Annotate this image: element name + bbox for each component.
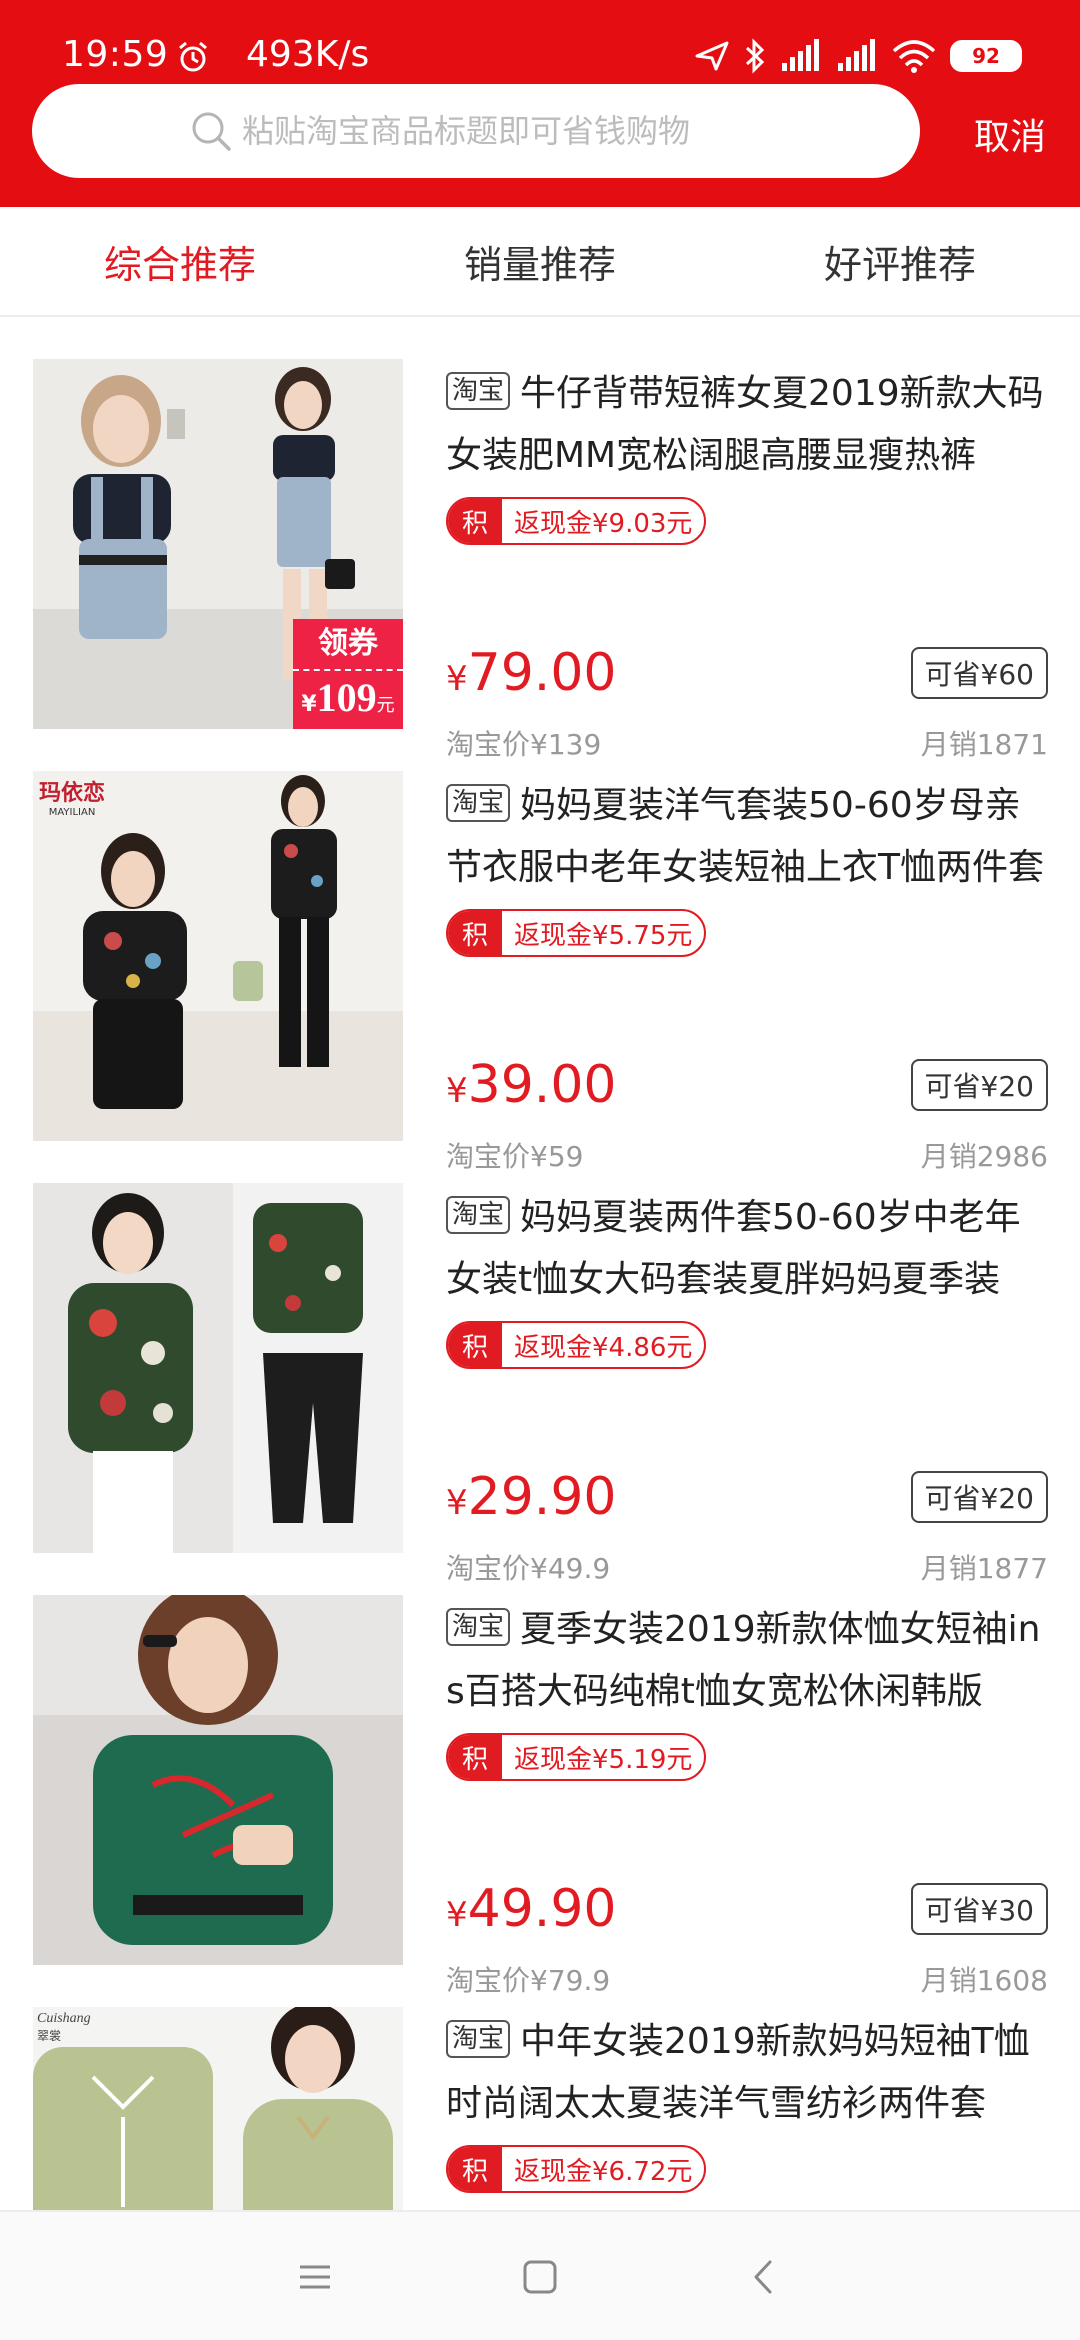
product-price: ¥39.00 bbox=[446, 1055, 617, 1115]
cashback-badge: 积 返现金¥5.19元 bbox=[446, 1733, 707, 1781]
taobao-tag: 淘宝 bbox=[446, 2020, 511, 2058]
product-price: ¥79.00 bbox=[446, 643, 617, 703]
cashback-text: 返现金¥4.86元 bbox=[514, 1332, 693, 1363]
taobao-tag: 淘宝 bbox=[446, 784, 511, 822]
coupon-label: 领券 bbox=[293, 619, 403, 671]
coupon-price: ¥109元 bbox=[301, 675, 395, 720]
product-image[interactable]: 领券 ¥109元 bbox=[33, 359, 403, 729]
points-icon: 积 bbox=[448, 2147, 502, 2191]
product-photo bbox=[33, 1183, 403, 1553]
product-item[interactable]: 淘宝 妈妈夏装两件套50-60岁中老年女装t恤女大码套装夏胖妈妈夏季装 积 返现金… bbox=[0, 1143, 1080, 1585]
product-info: 淘宝 夏季女装2019新款体恤女短袖ins百搭大码纯棉t恤女宽松休闲韩版 积 返现… bbox=[446, 1599, 1048, 1997]
search-input[interactable] bbox=[242, 112, 762, 150]
brand-logo: Cuishang 翠裳 bbox=[37, 2011, 91, 2043]
signal-icon bbox=[782, 39, 819, 71]
battery-icon: 92 bbox=[950, 40, 1022, 72]
location-icon bbox=[695, 41, 729, 71]
cancel-button[interactable]: 取消 bbox=[974, 108, 1046, 160]
product-title[interactable]: 淘宝 牛仔背带短裤女夏2019新款大码女装肥MM宽松阔腿高腰显瘦热裤 bbox=[446, 363, 1048, 487]
wifi-icon bbox=[892, 40, 936, 73]
save-badge: 可省¥20 bbox=[910, 1059, 1048, 1111]
search-icon bbox=[192, 112, 231, 151]
product-title[interactable]: 淘宝 夏季女装2019新款体恤女短袖ins百搭大码纯棉t恤女宽松休闲韩版 bbox=[446, 1599, 1048, 1723]
product-info: 淘宝 妈妈夏装洋气套装50-60岁母亲节衣服中老年女装短袖上衣T恤两件套 积 返现… bbox=[446, 775, 1048, 1173]
product-image[interactable] bbox=[33, 1183, 403, 1553]
product-list: 领券 ¥109元 淘宝 牛仔背带短裤女夏2019新款大码女装肥MM宽松阔腿高腰显瘦… bbox=[0, 319, 1080, 2340]
price-row: ¥49.90 可省¥30 bbox=[446, 1879, 1048, 1939]
cashback-text: 返现金¥5.19元 bbox=[514, 1744, 693, 1775]
points-icon: 积 bbox=[448, 1735, 502, 1779]
points-icon: 积 bbox=[448, 1323, 502, 1367]
app-header: 19:59 493K/s 92 粘贴淘宝商品标题即可省钱购物 取消 bbox=[0, 0, 1080, 207]
tab-sales[interactable]: 销量推荐 bbox=[360, 207, 720, 315]
taobao-tag: 淘宝 bbox=[446, 1196, 511, 1234]
product-info: 淘宝 中年女装2019新款妈妈短袖T恤时尚阔太太夏装洋气雪纺衫两件套 积 返现金¥… bbox=[446, 2011, 1048, 2193]
home-icon[interactable] bbox=[515, 2252, 565, 2302]
product-price: ¥29.90 bbox=[446, 1467, 617, 1527]
cashback-badge: 积 返现金¥6.72元 bbox=[446, 2145, 707, 2193]
cashback-badge: 积 返现金¥4.86元 bbox=[446, 1321, 707, 1369]
product-item[interactable]: 淘宝 夏季女装2019新款体恤女短袖ins百搭大码纯棉t恤女宽松休闲韩版 积 返现… bbox=[0, 1555, 1080, 1997]
product-item[interactable]: 领券 ¥109元 淘宝 牛仔背带短裤女夏2019新款大码女装肥MM宽松阔腿高腰显瘦… bbox=[0, 319, 1080, 761]
product-photo bbox=[33, 771, 403, 1141]
bluetooth-icon bbox=[745, 38, 765, 74]
taobao-tag: 淘宝 bbox=[446, 1608, 511, 1646]
price-row: ¥29.90 可省¥20 bbox=[446, 1467, 1048, 1527]
alarm-icon bbox=[179, 41, 207, 72]
signal-icon-2 bbox=[838, 39, 875, 71]
product-image[interactable] bbox=[33, 1595, 403, 1965]
cashback-text: 返现金¥5.75元 bbox=[514, 920, 693, 951]
product-title[interactable]: 淘宝 妈妈夏装两件套50-60岁中老年女装t恤女大码套装夏胖妈妈夏季装 bbox=[446, 1187, 1048, 1311]
product-info: 淘宝 牛仔背带短裤女夏2019新款大码女装肥MM宽松阔腿高腰显瘦热裤 积 返现金¥… bbox=[446, 363, 1048, 761]
taobao-tag: 淘宝 bbox=[446, 372, 511, 410]
battery-level: 92 bbox=[953, 43, 1019, 69]
coupon-badge: 领券 ¥109元 bbox=[293, 619, 403, 729]
product-photo bbox=[33, 1595, 403, 1965]
product-image[interactable]: 玛依恋 MAYILIAN bbox=[33, 771, 403, 1141]
save-badge: 可省¥60 bbox=[910, 647, 1048, 699]
points-icon: 积 bbox=[448, 911, 502, 955]
status-bar: 19:59 493K/s 92 bbox=[0, 0, 1080, 84]
product-price: ¥49.90 bbox=[446, 1879, 617, 1939]
network-speed: 493K/s bbox=[246, 34, 370, 75]
save-badge: 可省¥30 bbox=[910, 1883, 1048, 1935]
status-icons: 92 bbox=[694, 36, 1022, 76]
back-icon[interactable] bbox=[740, 2252, 790, 2302]
price-row: ¥39.00 可省¥20 bbox=[446, 1055, 1048, 1115]
brand-logo: 玛依恋 MAYILIAN bbox=[39, 781, 106, 818]
cashback-text: 返现金¥6.72元 bbox=[514, 2156, 693, 2187]
status-time: 19:59 bbox=[62, 34, 169, 75]
product-title[interactable]: 淘宝 妈妈夏装洋气套装50-60岁母亲节衣服中老年女装短袖上衣T恤两件套 bbox=[446, 775, 1048, 899]
save-badge: 可省¥20 bbox=[910, 1471, 1048, 1523]
cashback-badge: 积 返现金¥5.75元 bbox=[446, 909, 707, 957]
product-title[interactable]: 淘宝 中年女装2019新款妈妈短袖T恤时尚阔太太夏装洋气雪纺衫两件套 bbox=[446, 2011, 1048, 2135]
menu-icon[interactable] bbox=[290, 2252, 340, 2302]
search-bar[interactable] bbox=[32, 84, 920, 178]
tab-rating[interactable]: 好评推荐 bbox=[720, 207, 1080, 315]
price-row: ¥79.00 可省¥60 bbox=[446, 643, 1048, 703]
points-icon: 积 bbox=[448, 499, 502, 543]
system-nav-bar bbox=[0, 2210, 1080, 2340]
product-item[interactable]: 玛依恋 MAYILIAN 淘宝 妈妈夏装洋气套装50-60岁母亲节衣服中老年女装短… bbox=[0, 731, 1080, 1173]
cashback-text: 返现金¥9.03元 bbox=[514, 508, 693, 539]
product-info: 淘宝 妈妈夏装两件套50-60岁中老年女装t恤女大码套装夏胖妈妈夏季装 积 返现金… bbox=[446, 1187, 1048, 1585]
sort-tabs: 综合推荐 销量推荐 好评推荐 bbox=[0, 207, 1080, 317]
cashback-badge: 积 返现金¥9.03元 bbox=[446, 497, 707, 545]
tab-comprehensive[interactable]: 综合推荐 bbox=[0, 207, 360, 315]
